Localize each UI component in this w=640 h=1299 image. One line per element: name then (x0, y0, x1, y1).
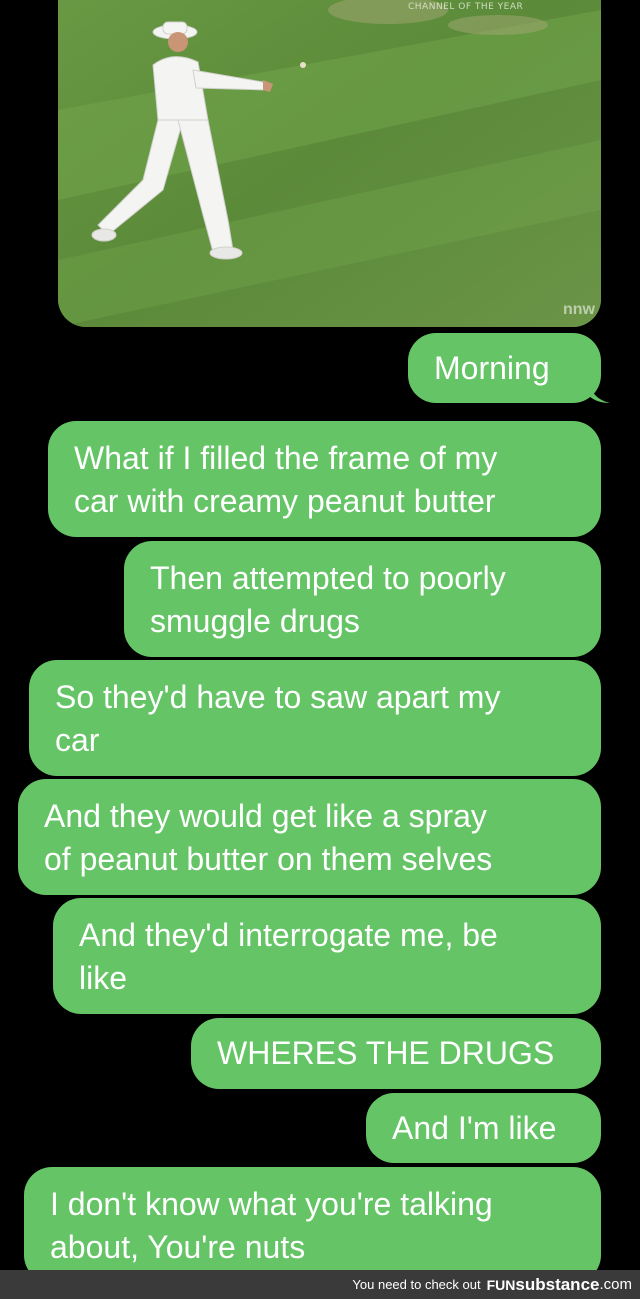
footer-watermark-bar: You need to check out FUN substance .com (0, 1270, 640, 1299)
message-text: like (79, 960, 128, 996)
message-thread: CHANNEL OF THE YEAR nnw Morning What if … (0, 0, 640, 1299)
footer-brand-main: substance (515, 1274, 600, 1294)
message-text: about, You're nuts (50, 1229, 306, 1265)
message-text: Morning (434, 349, 550, 386)
message-bubble[interactable]: What if I filled the frame of my car wit… (48, 421, 601, 537)
message-text: car with creamy peanut butter (74, 483, 496, 519)
message-bubble[interactable]: Morning (408, 333, 610, 403)
message-bubble[interactable]: I don't know what you're talking about, … (24, 1167, 601, 1283)
footer-brand-suffix: .com (599, 1276, 632, 1293)
watermark-text: nnw (563, 301, 595, 318)
message-bubble[interactable]: WHERES THE DRUGS (191, 1018, 601, 1089)
message-text: Then attempted to poorly (150, 560, 506, 596)
message-text: I don't know what you're talking (50, 1186, 493, 1222)
message-text: WHERES THE DRUGS (217, 1035, 555, 1071)
cricket-fielder-image (58, 0, 601, 327)
video-message-thumbnail[interactable]: CHANNEL OF THE YEAR nnw (58, 0, 601, 327)
message-text: And I'm like (392, 1109, 557, 1146)
message-bubble[interactable]: And I'm like (366, 1093, 601, 1163)
message-bubble[interactable]: So they'd have to saw apart my car (29, 660, 601, 776)
message-text: smuggle drugs (150, 603, 360, 639)
message-bubble[interactable]: And they would get like a spray of peanu… (18, 779, 601, 895)
footer-text: You need to check out (352, 1277, 481, 1292)
message-text: of peanut butter on them selves (44, 841, 493, 877)
media-caption: CHANNEL OF THE YEAR (408, 2, 524, 12)
message-text: What if I filled the frame of my (74, 440, 498, 476)
message-text: And they'd interrogate me, be (79, 917, 498, 953)
message-bubble[interactable]: Then attempted to poorly smuggle drugs (124, 541, 601, 657)
message-text: So they'd have to saw apart my (55, 679, 501, 715)
message-text: car (55, 722, 100, 758)
bubble-tail-icon (588, 381, 610, 403)
message-text: And they would get like a spray (44, 798, 487, 834)
footer-brand-prefix: FUN (486, 1276, 516, 1293)
message-bubble[interactable]: And they'd interrogate me, be like (53, 898, 601, 1014)
